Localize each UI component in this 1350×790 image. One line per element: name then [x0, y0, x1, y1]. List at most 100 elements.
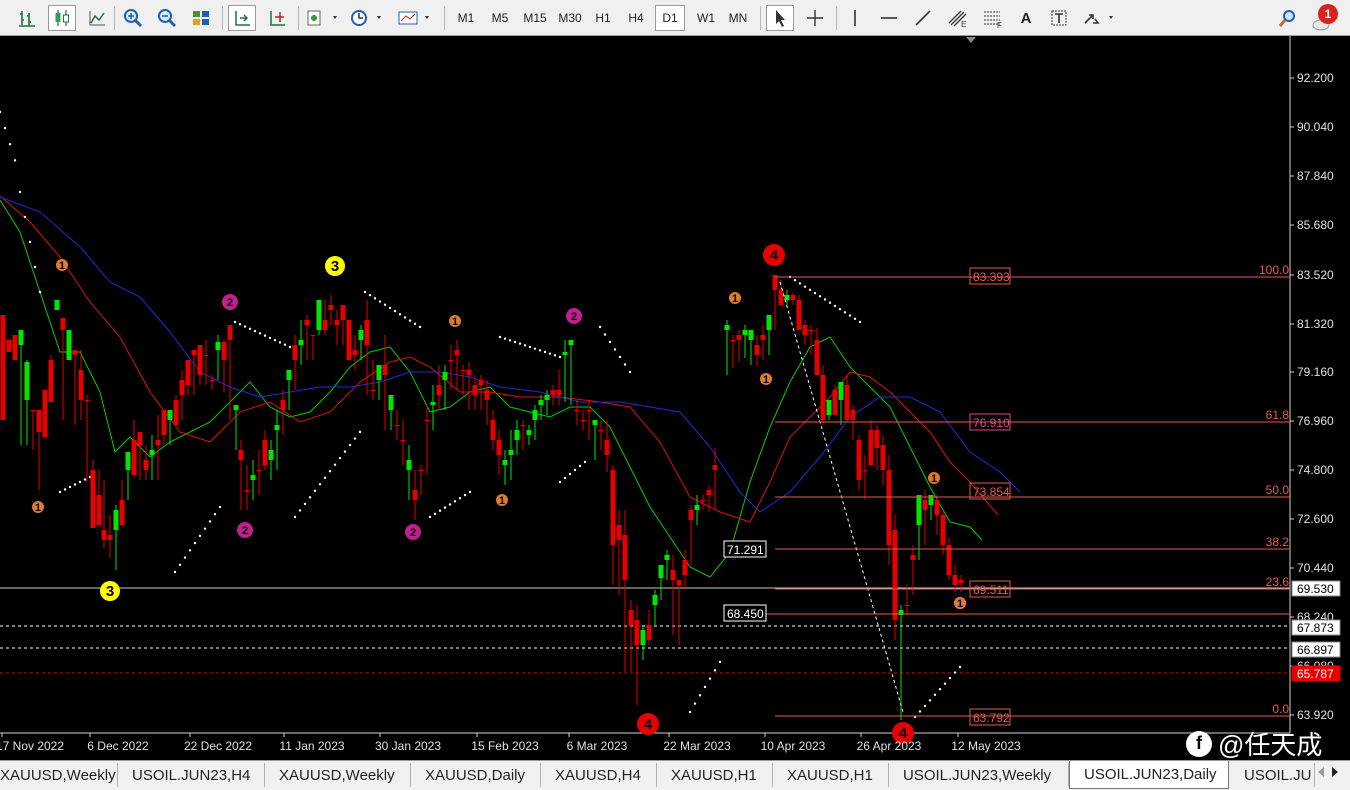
- chart-tab[interactable]: XAUUSD,Daily: [411, 763, 541, 787]
- notification-badge[interactable]: 1: [1318, 4, 1338, 24]
- sar-dot: [8, 143, 12, 146]
- timeframe-m30[interactable]: M30: [553, 5, 587, 31]
- chart-tab[interactable]: XAUUSD,H4: [541, 763, 657, 787]
- timeframe-w1[interactable]: W1: [690, 5, 722, 31]
- sar-dot: [318, 483, 322, 486]
- chart-tab[interactable]: XAUUSD,Weekly: [0, 763, 118, 787]
- sar-dot: [558, 355, 562, 359]
- sar-dot: [953, 671, 957, 674]
- sar-dot: [858, 320, 862, 324]
- bar-chart-icon[interactable]: [14, 5, 40, 31]
- chart-tab[interactable]: XAUUSD,H1: [773, 763, 889, 787]
- candlestick-icon[interactable]: [48, 5, 76, 31]
- timeframe-h1[interactable]: H1: [587, 5, 619, 31]
- tab-scroll-right-icon[interactable]: [1332, 767, 1338, 777]
- candle-body: [742, 330, 748, 335]
- timeframe-d1[interactable]: D1: [655, 5, 685, 31]
- timeframe-m15[interactable]: M15: [518, 5, 552, 31]
- candle-body: [700, 500, 706, 501]
- chart-tab[interactable]: USOIL.JUN23,Weekly: [889, 763, 1069, 787]
- horizontal-line-icon[interactable]: [876, 5, 902, 31]
- sar-dot: [568, 472, 572, 476]
- timeframe-m5[interactable]: M5: [484, 5, 516, 31]
- sar-dot: [33, 265, 37, 269]
- candle-body: [334, 320, 340, 325]
- arrows-icon[interactable]: [1080, 5, 1118, 31]
- sar-dot: [573, 468, 577, 472]
- wave-label: 3: [106, 583, 114, 600]
- fibonacci-icon[interactable]: F: [980, 5, 1006, 31]
- candle-body: [724, 325, 730, 330]
- price-marker-label: 66.897: [1297, 643, 1334, 657]
- chart-tab[interactable]: XAUUSD,H1: [657, 763, 773, 787]
- candle-body: [197, 345, 203, 375]
- candle-body: [640, 630, 646, 645]
- sar-dot: [558, 480, 562, 484]
- zoom-in-icon[interactable]: [120, 5, 146, 31]
- candle-body: [562, 352, 568, 355]
- candle-body: [286, 370, 292, 380]
- candle-body: [868, 430, 874, 465]
- tab-scroll-left-icon[interactable]: [1318, 767, 1324, 777]
- wave-label: 1: [931, 473, 937, 485]
- vertical-line-icon[interactable]: [842, 5, 868, 31]
- candle-body: [544, 395, 550, 400]
- sar-dot: [18, 190, 22, 194]
- date-axis-label: 6 Mar 2023: [567, 739, 628, 753]
- line-chart-icon[interactable]: [84, 5, 110, 31]
- candle-body: [538, 400, 544, 405]
- fib-ratio-label: 50.0: [1266, 483, 1290, 497]
- indicators-icon[interactable]: [304, 5, 342, 31]
- trendline-icon[interactable]: [910, 5, 936, 31]
- sar-dot: [78, 480, 82, 484]
- chart-tab[interactable]: USOIL.JU: [1230, 763, 1315, 787]
- chart-tab[interactable]: USOIL.JUN23,H4: [118, 763, 265, 787]
- candle-body: [352, 350, 358, 355]
- candle-body: [173, 400, 179, 425]
- chart-tab[interactable]: XAUUSD,Weekly: [265, 763, 411, 787]
- sar-dot: [238, 323, 242, 326]
- candle-body: [149, 450, 155, 455]
- sar-dot: [818, 295, 822, 298]
- autoscroll-icon[interactable]: [228, 5, 256, 31]
- fib-ratio-label: 38.2: [1266, 535, 1290, 549]
- timeframe-mn[interactable]: MN: [722, 5, 754, 31]
- candle-body: [119, 500, 125, 525]
- candle-body: [316, 300, 322, 330]
- sar-dot: [328, 470, 332, 473]
- svg-text:F: F: [997, 21, 1002, 28]
- sar-dot: [308, 496, 312, 499]
- chart-tab[interactable]: USOIL.JUN23,Daily: [1069, 761, 1229, 789]
- chart-shift-icon[interactable]: [264, 5, 290, 31]
- price-marker-label: 65.787: [1297, 667, 1334, 681]
- candle-body: [310, 335, 316, 336]
- sar-dot: [618, 355, 622, 359]
- sar-dot: [393, 309, 397, 313]
- periods-icon[interactable]: [348, 5, 386, 31]
- timeframe-m1[interactable]: M1: [450, 5, 482, 31]
- price-chart[interactable]: 100.0 61.8 50.0 38.2 23.6 0.0 83.393 76.910 73.8…: [0, 36, 1350, 760]
- zoom-out-icon[interactable]: [154, 5, 180, 31]
- text-box-icon[interactable]: [1046, 5, 1072, 31]
- text-label-icon[interactable]: A: [1014, 5, 1038, 31]
- search-icon[interactable]: [1276, 5, 1300, 31]
- svg-text:E: E: [961, 20, 966, 28]
- tile-windows-icon[interactable]: [188, 5, 214, 31]
- channel-icon[interactable]: E: [944, 5, 972, 31]
- sar-dot: [383, 303, 387, 306]
- sar-dot: [278, 341, 282, 344]
- cursor-icon[interactable]: [766, 5, 794, 31]
- candle-body: [96, 495, 102, 525]
- candle-body: [113, 510, 119, 530]
- sar-dot: [188, 549, 192, 552]
- sar-dot: [353, 437, 357, 440]
- candle-body: [233, 405, 239, 410]
- templates-icon[interactable]: [396, 5, 434, 31]
- crosshair-icon[interactable]: [802, 5, 828, 31]
- candle-body: [161, 410, 167, 435]
- timeframe-h4[interactable]: H4: [620, 5, 652, 31]
- sar-dot: [83, 478, 87, 481]
- fib-price-label: 69.511: [973, 583, 1009, 597]
- candle-body: [238, 450, 244, 460]
- candle-body: [766, 315, 772, 330]
